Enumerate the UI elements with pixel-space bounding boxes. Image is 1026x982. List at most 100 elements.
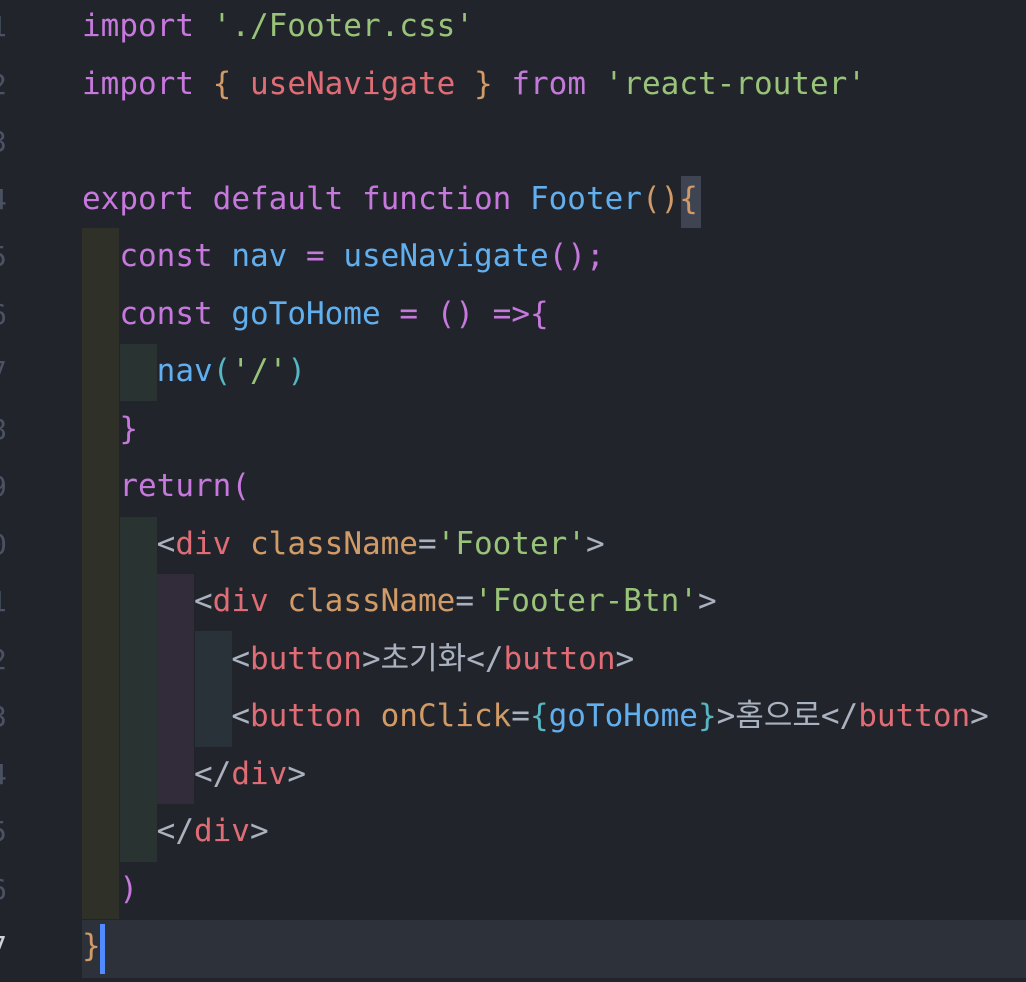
code-token: > [287,755,306,792]
code-token: < [193,583,213,619]
code-token: from [511,65,586,102]
line-number: 2 [0,631,7,689]
code-token: 'Footer' [436,525,586,562]
code-line[interactable]: <div className='Footer'> [82,516,605,574]
code-line[interactable]: import './Footer.css' [82,0,474,56]
code-token: { [529,698,549,734]
code-token: return [119,468,232,504]
line-number: 6 [0,286,7,344]
code-token: nav [231,238,288,274]
code-line[interactable]: } [82,401,138,459]
code-token: = [306,238,325,274]
line-number: 0 [0,516,7,574]
code-token: ( [231,468,250,504]
code-token: ( [212,353,232,389]
code-token: useNavigate [343,238,549,274]
line-number: 9 [0,458,7,516]
code-line[interactable]: } [82,918,101,976]
code-token: </ [156,813,194,849]
line-number: 2 [0,56,7,114]
code-token: > [716,698,736,734]
line-number: 7 [0,918,7,976]
code-token: function [361,180,512,217]
code-editor[interactable]: 12345678901234567 import './Footer.css'i… [0,0,1026,982]
code-token: </ [466,640,504,677]
code-token: { [679,180,698,217]
code-line[interactable]: import { useNavigate } from 'react-route… [82,56,866,114]
line-number-gutter: 12345678901234567 [0,0,20,982]
code-token: button [249,698,362,734]
code-token: button [858,698,971,734]
code-line[interactable]: </div> [82,746,306,804]
line-number: 8 [0,401,7,459]
code-token: > [970,698,989,734]
code-token: className [287,583,456,619]
line-number: 4 [0,746,7,804]
code-line[interactable]: <div className='Footer-Btn'> [82,573,717,631]
code-line[interactable]: const goToHome = () =>{ [82,286,548,344]
code-token: onClick [380,698,512,734]
code-token: () [436,295,474,332]
code-token: button [503,640,616,677]
code-token: </ [193,755,232,792]
code-line[interactable]: export default function Footer(){ [82,171,698,229]
code-token: '/' [231,353,288,389]
code-line[interactable]: <button onClick={goToHome}>홈으로</button> [82,688,989,746]
code-token: './Footer.css' [212,8,474,44]
code-token: 'react-router' [604,65,866,102]
code-token: export [82,180,194,217]
code-token: < [231,698,250,734]
code-token: 초기화 [380,640,467,677]
code-token: > [615,640,635,677]
code-token: } [119,410,138,447]
code-token: = [399,295,418,332]
code-line[interactable]: const nav = useNavigate(); [82,228,604,286]
code-line[interactable]: nav('/') [82,343,306,401]
code-line[interactable]: ) [82,861,138,919]
code-token: () [641,180,680,217]
code-line[interactable]: </div> [82,803,269,861]
line-number: 6 [0,861,7,919]
code-token: { [212,65,232,102]
code-token: import [82,65,194,102]
text-cursor [100,924,105,974]
code-line[interactable]: return( [82,458,250,516]
code-token: > [585,525,605,562]
code-token: < [156,525,176,562]
code-token: < [231,640,250,677]
code-token: goToHome [548,698,698,734]
code-token: default [212,180,344,217]
line-number: 5 [0,228,7,286]
code-token: 홈으로 [735,698,821,734]
code-line[interactable]: <button>초기화</button> [82,631,634,689]
code-token: nav [156,353,213,389]
code-token: ) [287,353,306,389]
code-token: div [175,525,232,562]
line-number: 4 [0,171,7,229]
code-token: } [473,65,493,102]
code-token: goToHome [231,295,381,332]
code-token: div [231,755,288,792]
